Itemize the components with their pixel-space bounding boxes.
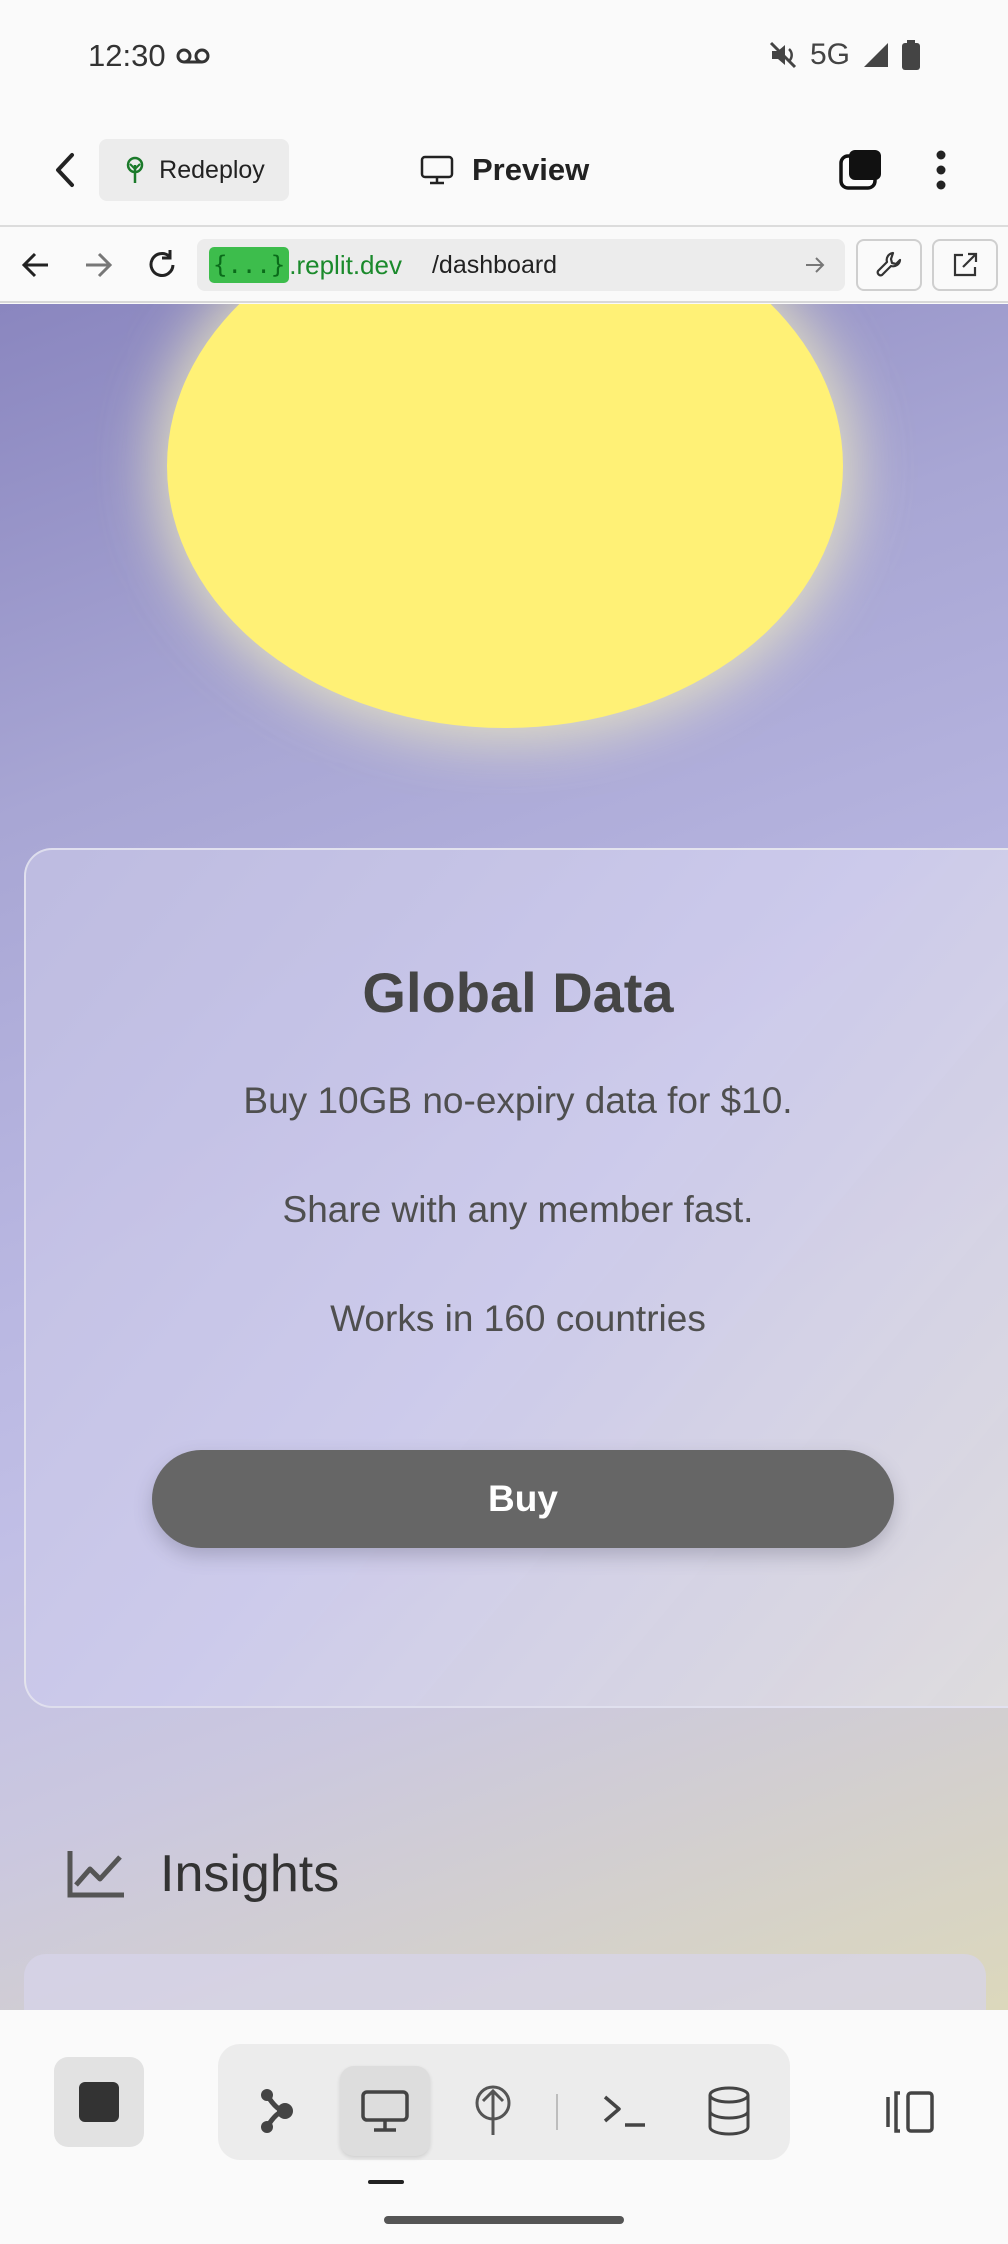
tabs-icon[interactable] [836,145,886,195]
page-title-label: Preview [472,152,590,187]
web-preview: Global Data Buy 10GB no-expiry data for … [0,304,1008,2010]
battery-icon [902,40,920,70]
buy-button[interactable]: Buy [152,1450,894,1548]
status-icons: 5G [768,38,920,72]
status-bar: 12:30 5G [0,0,1008,115]
url-domain-tag: {...} [209,247,290,283]
stop-button[interactable] [54,2057,144,2147]
stop-icon [79,2082,119,2122]
bottom-toolbar [0,2010,1008,2244]
devtools-wrench-icon[interactable] [856,239,922,291]
insights-label: Insights [160,1845,340,1903]
card-line-share: Share with any member fast. [282,1189,754,1230]
database-icon[interactable] [684,2066,774,2156]
redeploy-button[interactable]: Redeploy [99,139,289,201]
monitor-icon [420,155,454,185]
insights-card [24,1954,986,2010]
voicemail-icon [176,46,210,66]
active-tab-indicator [368,2180,404,2184]
agent-icon[interactable] [232,2066,322,2156]
url-go-icon[interactable] [799,249,831,281]
card-title: Global Data [362,961,674,1024]
more-menu-icon[interactable] [916,145,966,195]
side-panel-icon[interactable] [868,2077,948,2147]
reload-icon[interactable] [140,243,184,287]
back-icon[interactable] [40,145,90,195]
shell-icon[interactable] [580,2066,670,2156]
mute-icon [768,40,798,70]
url-path: /dashboard [431,250,558,279]
sun-decoration [167,304,843,728]
tool-group [218,2044,790,2160]
app-header: Redeploy Preview [0,115,1008,227]
deploy-icon[interactable] [448,2066,538,2156]
deploy-tree-icon [123,156,147,184]
insights-heading: Insights [66,1844,339,1904]
status-time-group: 12:30 [88,38,210,74]
url-domain: .replit.dev [289,249,402,280]
card-line-countries: Works in 160 countries [330,1298,706,1339]
global-data-card: Global Data Buy 10GB no-expiry data for … [24,848,1008,1708]
status-time: 12:30 [88,38,166,73]
url-bar[interactable]: {...} .replit.dev /dashboard [197,239,845,291]
home-gesture-handle[interactable] [384,2216,624,2224]
browser-forward-icon[interactable] [76,243,120,287]
browser-back-icon[interactable] [14,243,58,287]
network-label: 5G [809,38,850,71]
card-line-price: Buy 10GB no-expiry data for $10. [243,1080,793,1121]
preview-icon[interactable] [340,2066,430,2156]
redeploy-label: Redeploy [159,155,265,184]
tool-separator [556,2094,558,2130]
browser-bar: {...} .replit.dev /dashboard [0,229,1008,303]
page-title: Preview [420,145,589,195]
chart-line-icon [66,1849,126,1899]
signal-icon [862,41,890,69]
open-external-icon[interactable] [932,239,998,291]
